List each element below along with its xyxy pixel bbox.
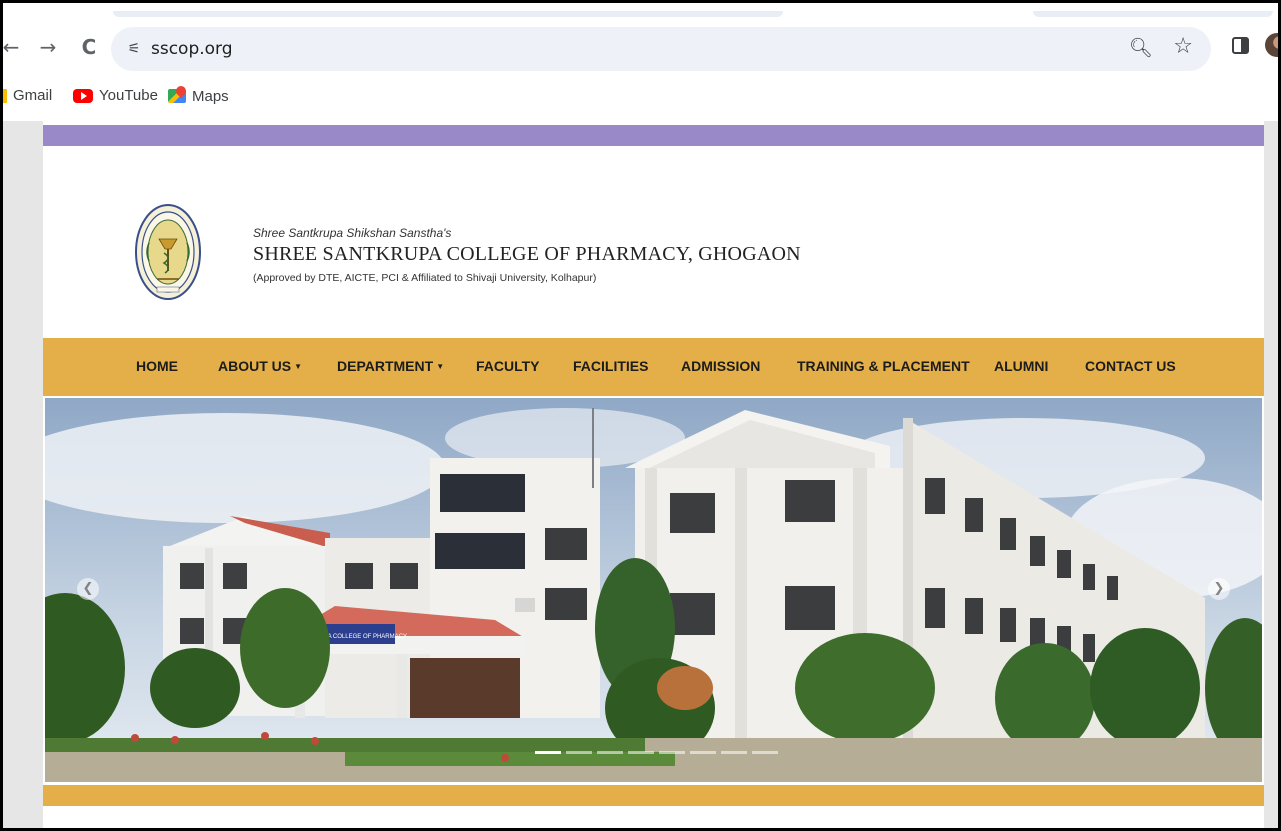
active-tab[interactable]	[113, 11, 783, 17]
nav-label: FACULTY	[476, 358, 540, 374]
slider-indicator[interactable]	[752, 751, 778, 754]
browser-window: ← → C ⚟ sscop.org 🔍︎ ☆ Gmail YouTube Map…	[0, 0, 1281, 831]
top-color-stripe	[43, 125, 1264, 146]
maps-icon	[168, 87, 186, 105]
forward-button[interactable]: →	[34, 33, 62, 61]
slider-indicators	[535, 751, 783, 754]
nav-item-contact-us[interactable]: CONTACT US	[1085, 358, 1176, 374]
nav-label: FACILITIES	[573, 358, 649, 374]
slider-indicator[interactable]	[690, 751, 716, 754]
college-name[interactable]: SHREE SANTKRUPA COLLEGE OF PHARMACY, GHO…	[253, 243, 801, 266]
caret-down-icon: ▼	[294, 362, 303, 371]
slider-indicator[interactable]	[535, 751, 561, 754]
bookmark-youtube[interactable]: YouTube	[73, 87, 158, 104]
nav-item-facilities[interactable]: FACILITIES	[573, 358, 648, 374]
college-seal-logo[interactable]	[135, 203, 201, 301]
slider-indicator[interactable]	[721, 751, 747, 754]
slider-next-button[interactable]: ❯	[1208, 578, 1230, 600]
profile-avatar[interactable]	[1265, 33, 1278, 57]
nav-item-admission[interactable]: ADMISSION	[681, 358, 760, 374]
browser-toolbar: ← → C ⚟ sscop.org 🔍︎ ☆	[3, 3, 1278, 79]
bookmark-maps[interactable]: Maps	[168, 87, 229, 105]
nav-label: TRAINING & PLACEMENT	[797, 358, 970, 374]
bookmarks-bar: Gmail YouTube Maps	[3, 83, 1278, 113]
nav-label: CONTACT US	[1085, 358, 1176, 374]
campus-photo: SHREE SANTKRUPA COLLEGE OF PHARMACY	[45, 398, 1262, 782]
nav-item-training-placement[interactable]: TRAINING & PLACEMENT	[797, 358, 970, 374]
nav-item-alumni[interactable]: ALUMNI	[994, 358, 1048, 374]
hero-slider[interactable]: SHREE SANTKRUPA COLLEGE OF PHARMACY ❮ ❯	[45, 398, 1262, 782]
gmail-icon	[3, 88, 7, 103]
nav-label: ALUMNI	[994, 358, 1049, 374]
star-icon[interactable]: ☆	[1173, 34, 1193, 59]
slider-indicator[interactable]	[659, 751, 685, 754]
slider-indicator[interactable]	[597, 751, 623, 754]
society-tagline: Shree Santkrupa Shikshan Sanstha's	[253, 226, 452, 240]
slider-prev-button[interactable]: ❮	[77, 578, 99, 600]
zoom-icon[interactable]: 🔍︎	[1129, 36, 1153, 59]
nav-item-faculty[interactable]: FACULTY	[476, 358, 540, 374]
bookmark-label: YouTube	[99, 87, 158, 104]
nav-item-about-us[interactable]: ABOUT US ▼	[218, 358, 302, 374]
bookmark-label: Gmail	[13, 87, 53, 104]
site-header: Shree Santkrupa Shikshan Sanstha's SHREE…	[43, 146, 1264, 338]
back-button[interactable]: ←	[3, 33, 25, 61]
site-info-icon[interactable]: ⚟	[123, 38, 145, 60]
side-panel-icon[interactable]	[1232, 37, 1249, 54]
page-viewport[interactable]: Shree Santkrupa Shikshan Sanstha's SHREE…	[3, 121, 1278, 828]
bookmark-label: Maps	[192, 87, 229, 105]
nav-item-home[interactable]: HOME	[136, 358, 178, 374]
url-text[interactable]: sscop.org	[151, 39, 233, 59]
bottom-color-stripe	[43, 785, 1264, 806]
nav-label: ADMISSION	[681, 358, 761, 374]
tab-strip	[3, 3, 1278, 17]
approval-text: (Approved by DTE, AICTE, PCI & Affiliate…	[253, 272, 597, 284]
reload-button[interactable]: C	[75, 33, 103, 61]
inactive-tab[interactable]	[1033, 11, 1273, 17]
slider-indicator[interactable]	[566, 751, 592, 754]
youtube-icon	[73, 88, 93, 103]
caret-down-icon: ▼	[436, 362, 445, 371]
slider-indicator[interactable]	[628, 751, 654, 754]
main-nav: HOME ABOUT US ▼ DEPARTMENT ▼ FACULTY FACIL…	[43, 338, 1264, 396]
address-bar[interactable]: ⚟ sscop.org 🔍︎ ☆	[111, 27, 1211, 71]
website: Shree Santkrupa Shikshan Sanstha's SHREE…	[43, 121, 1264, 828]
nav-label: HOME	[136, 358, 178, 374]
nav-item-department[interactable]: DEPARTMENT ▼	[337, 358, 444, 374]
bookmark-gmail[interactable]: Gmail	[3, 87, 53, 104]
nav-label: DEPARTMENT	[337, 358, 434, 374]
nav-label: ABOUT US	[218, 358, 292, 374]
